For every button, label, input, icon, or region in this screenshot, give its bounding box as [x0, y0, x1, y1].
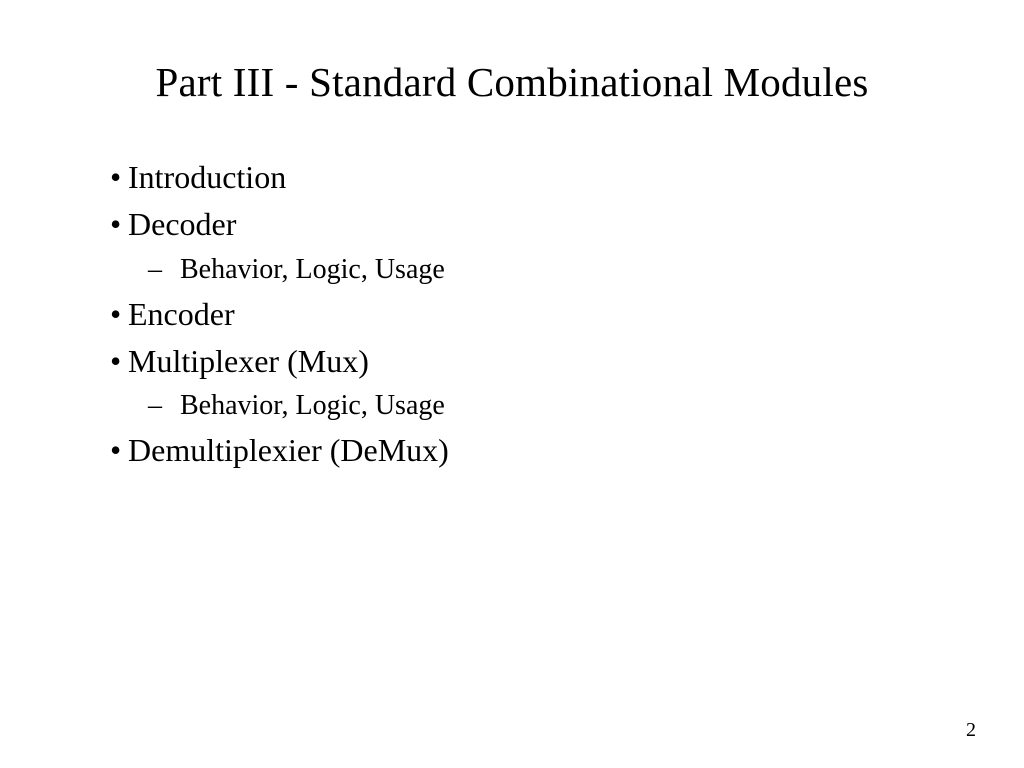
slide-content: Introduction Decoder Behavior, Logic, Us… [80, 154, 944, 475]
bullet-item: Demultiplexier (DeMux) [110, 427, 944, 474]
page-number: 2 [966, 719, 976, 742]
sub-bullet-item: Behavior, Logic, Usage [110, 385, 944, 427]
sub-bullet-text: Behavior, Logic, Usage [180, 390, 445, 421]
sub-bullet-item: Behavior, Logic, Usage [110, 249, 944, 291]
bullet-item: Multiplexer (Mux) [110, 338, 944, 385]
bullet-item: Encoder [110, 291, 944, 338]
bullet-item: Introduction [110, 154, 944, 201]
sub-bullet-text: Behavior, Logic, Usage [180, 254, 445, 285]
slide-title: Part III - Standard Combinational Module… [80, 58, 944, 106]
bullet-item: Decoder [110, 201, 944, 248]
slide: Part III - Standard Combinational Module… [0, 0, 1024, 768]
